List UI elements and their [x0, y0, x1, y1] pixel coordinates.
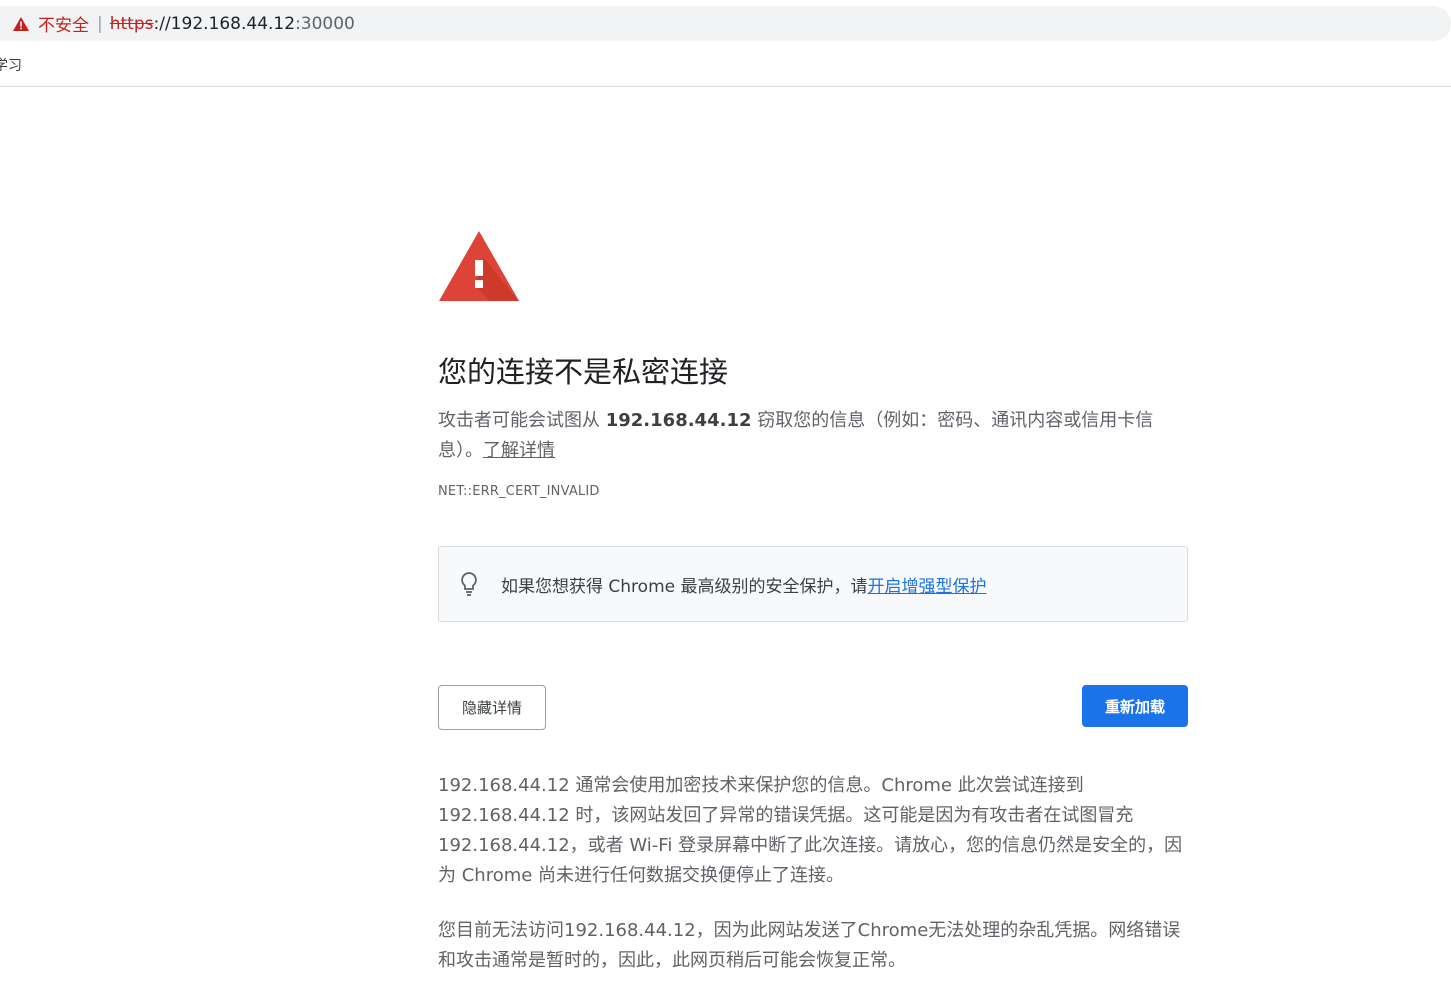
url-port: :30000: [295, 13, 355, 34]
url-separator: |: [97, 13, 103, 34]
details-paragraph: 192.168.44.12 通常会使用加密技术来保护您的信息。Chrome 此次…: [438, 775, 1183, 886]
enhanced-protection-tip: 如果您想获得 Chrome 最高级别的安全保护，请开启增强型保护: [438, 546, 1188, 622]
interstitial-content: 您的连接不是私密连接 攻击者可能会试图从 192.168.44.12 窃取您的信…: [438, 230, 1188, 1001]
details-paragraph: 您目前无法访问192.168.44.12，因为此网站发送了Chrome无法处理的…: [438, 920, 1181, 971]
page-title: 您的连接不是私密连接: [438, 355, 729, 389]
hide-details-button[interactable]: 隐藏详情: [438, 685, 546, 730]
error-code: NET::ERR_CERT_INVALID: [438, 484, 600, 499]
tip-text: 如果您想获得 Chrome 最高级别的安全保护，请开启增强型保护: [501, 576, 987, 597]
url-scheme: https: [109, 13, 154, 34]
warning-triangle-icon: [439, 231, 519, 301]
url-text[interactable]: https://192.168.44.12:30000: [110, 14, 355, 34]
url-host: ://192.168.44.12: [153, 13, 296, 34]
warning-description: 攻击者可能会试图从 192.168.44.12 窃取您的信息（例如：密码、通讯内…: [438, 410, 1154, 461]
target-host: 192.168.44.12: [605, 410, 752, 431]
not-secure-warning-icon[interactable]: [12, 16, 30, 32]
bookmark-item[interactable]: 学习: [0, 55, 22, 75]
not-secure-label[interactable]: 不安全: [38, 11, 89, 36]
details-section: 192.168.44.12 通常会使用加密技术来保护您的信息。Chrome 此次…: [438, 771, 1188, 976]
lightbulb-icon: [461, 572, 477, 596]
enhanced-protection-link[interactable]: 开启增强型保护: [868, 577, 987, 597]
action-buttons: 隐藏详情 重新加载: [438, 685, 1188, 731]
address-bar[interactable]: 不安全 | https://192.168.44.12:30000: [0, 6, 1451, 41]
bookmarks-bar: 学习: [0, 41, 1451, 87]
learn-more-link[interactable]: 了解详情: [483, 440, 555, 461]
reload-button[interactable]: 重新加载: [1082, 685, 1188, 727]
